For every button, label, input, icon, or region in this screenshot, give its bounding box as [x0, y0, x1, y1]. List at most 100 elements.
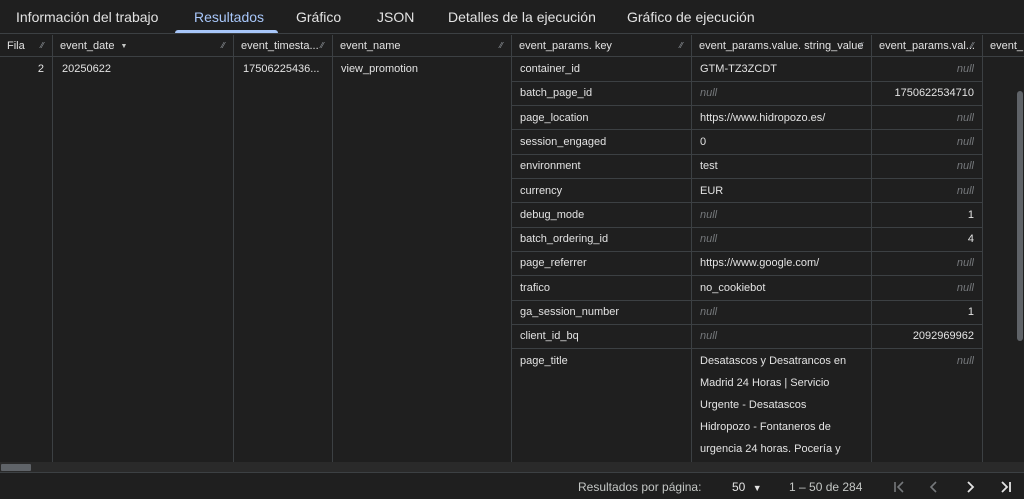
column-header-event-date[interactable]: event_date ▼ ⁄⁄ — [53, 35, 234, 57]
column-header-label: event_date — [60, 40, 115, 52]
column-resize-icon[interactable]: ⁄⁄ — [222, 42, 230, 50]
last-page-icon — [1001, 481, 1011, 493]
cell-param-key[interactable]: trafico — [520, 276, 685, 300]
vertical-scrollbar-thumb[interactable] — [1017, 91, 1023, 341]
column-header-param-key[interactable]: event_params. key ⁄⁄ — [512, 35, 692, 57]
grid-header: Fila ⁄⁄ event_date ▼ ⁄⁄ event_timesta... … — [0, 35, 1024, 57]
last-page-button[interactable] — [995, 476, 1017, 498]
column-resize-icon[interactable]: ⁄⁄ — [971, 42, 979, 50]
per-page-select[interactable]: 50 ▼ — [732, 479, 762, 496]
cell-param-key[interactable]: debug_mode — [520, 203, 685, 227]
sort-arrow-icon[interactable]: ▼ — [120, 36, 127, 57]
first-page-button[interactable] — [888, 476, 910, 498]
column-divider — [52, 57, 53, 462]
cell-param-string-value[interactable]: test — [700, 154, 865, 178]
per-page-value: 50 — [732, 480, 746, 494]
cell-param-int-value[interactable]: null — [878, 251, 974, 275]
cell-param-string-value[interactable]: null — [700, 227, 865, 251]
column-header-param-string-value[interactable]: event_params.value. string_value ⁄⁄ — [692, 35, 872, 57]
column-header-label: event_name — [340, 40, 401, 52]
cell-param-int-value[interactable]: null — [878, 106, 974, 130]
column-resize-icon[interactable]: ⁄⁄ — [680, 42, 688, 50]
tab-job-information[interactable]: Información del trabajo — [16, 0, 158, 34]
cell-param-int-value[interactable]: null — [878, 154, 974, 178]
cell-event-name[interactable]: view_promotion — [341, 57, 506, 81]
cell-param-int-value[interactable]: 1 — [878, 300, 974, 324]
cell-param-string-value[interactable]: null — [700, 300, 865, 324]
cell-param-key[interactable]: batch_page_id — [520, 81, 685, 105]
column-divider — [691, 57, 692, 462]
cell-param-string-value[interactable]: no_cookiebot — [700, 276, 865, 300]
column-resize-icon[interactable]: ⁄⁄ — [321, 42, 329, 50]
column-divider — [233, 57, 234, 462]
per-page-label: Resultados por página: — [578, 480, 702, 494]
column-header-label: event_ — [990, 40, 1024, 52]
cell-event-timestamp[interactable]: 17506225436... — [243, 57, 328, 81]
cell-event-date[interactable]: 20250622 — [62, 57, 227, 81]
cell-param-key[interactable]: ga_session_number — [520, 300, 685, 324]
column-header-fila[interactable]: Fila ⁄⁄ — [0, 35, 53, 57]
cell-param-key[interactable]: currency — [520, 179, 685, 203]
tab-results[interactable]: Resultados — [194, 0, 264, 34]
column-header-event-timestamp[interactable]: event_timesta... ⁄⁄ — [234, 35, 333, 57]
cell-param-key[interactable]: container_id — [520, 57, 685, 81]
cell-param-string-value[interactable]: https://www.hidropozo.es/ — [700, 106, 865, 130]
column-resize-icon[interactable]: ⁄⁄ — [41, 42, 49, 50]
cell-param-int-value[interactable]: 4 — [878, 227, 974, 251]
cell-param-string-value[interactable]: 0 — [700, 130, 865, 154]
next-page-icon — [967, 481, 975, 493]
cell-param-key[interactable]: page_referrer — [520, 251, 685, 275]
column-header-event-name[interactable]: event_name ⁄⁄ — [333, 35, 512, 57]
column-resize-icon[interactable]: ⁄⁄ — [860, 42, 868, 50]
cell-param-int-value[interactable]: null — [878, 179, 974, 203]
column-divider — [871, 57, 872, 462]
tab-execution-graph[interactable]: Gráfico de ejecución — [627, 0, 755, 34]
column-divider — [982, 57, 983, 462]
column-header-event-partial[interactable]: event_ — [983, 35, 1024, 57]
cell-param-string-value[interactable]: null — [700, 324, 865, 348]
column-header-label: event_timesta... — [241, 40, 319, 52]
cell-param-int-value[interactable]: 2092969962 — [878, 324, 974, 348]
tab-json[interactable]: JSON — [377, 0, 414, 34]
horizontal-scrollbar-thumb[interactable] — [1, 464, 31, 471]
cell-param-int-value[interactable]: 1 — [878, 203, 974, 227]
cell-param-string-value[interactable]: GTM-TZ3ZCDT — [700, 57, 865, 81]
results-tabs: Información del trabajo Resultados Gráfi… — [0, 0, 1024, 34]
horizontal-scrollbar-track[interactable] — [0, 462, 1024, 472]
previous-page-button[interactable] — [923, 476, 945, 498]
column-resize-icon[interactable]: ⁄⁄ — [500, 42, 508, 50]
page-range: 1 – 50 de 284 — [789, 480, 863, 494]
cell-param-key[interactable]: batch_ordering_id — [520, 227, 685, 251]
cell-param-key[interactable]: page_location — [520, 106, 685, 130]
cell-param-int-value[interactable]: null — [878, 57, 974, 81]
first-page-icon — [894, 481, 904, 493]
cell-param-key[interactable]: client_id_bq — [520, 324, 685, 348]
cell-param-key[interactable]: session_engaged — [520, 130, 685, 154]
cell-param-string-value[interactable]: null — [700, 81, 865, 105]
dropdown-caret-icon: ▼ — [752, 483, 762, 493]
cell-param-key[interactable]: environment — [520, 154, 685, 178]
cell-param-string-value[interactable]: Desatascos y Desatrancos en Madrid 24 Ho… — [700, 350, 852, 462]
column-header-param-int-value[interactable]: event_params.val... ⁄⁄ — [872, 35, 983, 57]
cell-param-int-value[interactable]: null — [878, 276, 974, 300]
pagination-bar: Resultados por página: 50 ▼ 1 – 50 de 28… — [0, 472, 1024, 499]
previous-page-icon — [929, 481, 937, 493]
cell-param-int-value[interactable]: null — [878, 349, 974, 373]
row-number: 2 — [37, 63, 44, 75]
active-tab-indicator — [175, 30, 278, 33]
tab-chart[interactable]: Gráfico — [296, 0, 341, 34]
cell-param-key[interactable]: page_title — [520, 349, 685, 373]
cell-param-string-value[interactable]: EUR — [700, 179, 865, 203]
column-header-label: event_params.val... — [879, 40, 975, 52]
column-divider — [511, 57, 512, 462]
cell-param-string-value[interactable]: null — [700, 203, 865, 227]
column-header-label: event_params.value. string_value — [699, 40, 864, 52]
column-header-label: event_params. key — [519, 40, 612, 52]
tab-execution-details[interactable]: Detalles de la ejecución — [448, 0, 596, 34]
cell-param-int-value[interactable]: 1750622534710 — [878, 81, 974, 105]
next-page-button[interactable] — [959, 476, 981, 498]
cell-param-string-value[interactable]: https://www.google.com/ — [700, 251, 865, 275]
cell-param-int-value[interactable]: null — [878, 130, 974, 154]
column-divider — [332, 57, 333, 462]
column-header-label: Fila — [7, 40, 25, 52]
